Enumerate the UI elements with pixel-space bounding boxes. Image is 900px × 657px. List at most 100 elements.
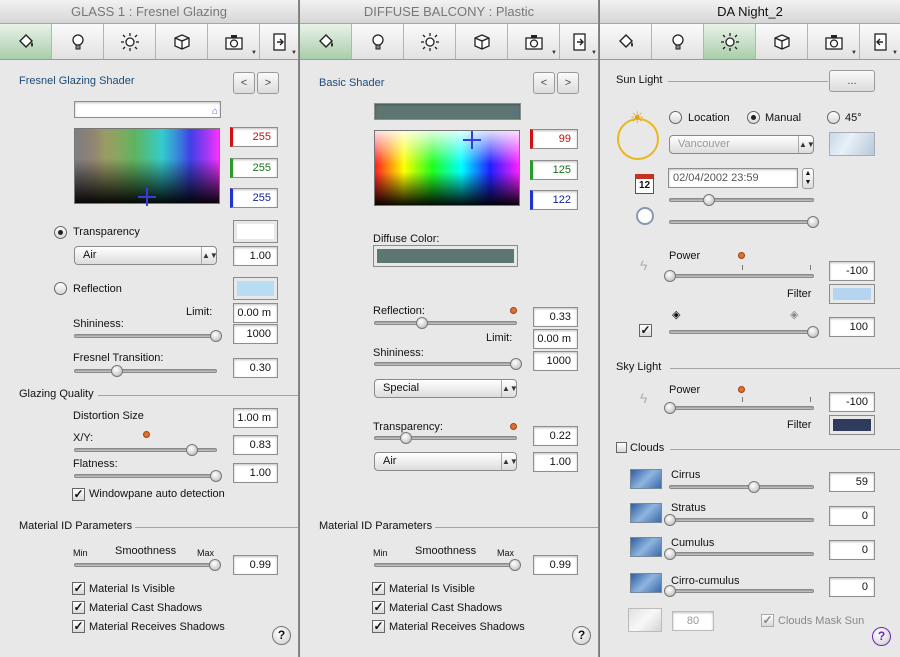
distortion-field[interactable]: 1.00 m — [233, 408, 278, 428]
color-picker[interactable] — [374, 130, 520, 206]
fresnel-field[interactable]: 0.30 — [233, 358, 278, 378]
tab-camera[interactable]: ▼ — [808, 24, 860, 59]
sky-power-field[interactable]: -100 — [829, 392, 875, 412]
help-button[interactable]: ? — [572, 626, 591, 645]
time-slider[interactable] — [669, 216, 819, 228]
tab-camera[interactable]: ▼ — [508, 24, 560, 59]
date-field[interactable]: 02/04/2002 23:59 — [668, 168, 798, 188]
flatness-slider[interactable] — [74, 470, 222, 482]
xy-slider[interactable] — [74, 444, 217, 456]
windowpane-checkbox[interactable]: ✓ — [72, 488, 85, 501]
tab-object[interactable] — [756, 24, 808, 59]
slider-knob[interactable] — [111, 365, 124, 377]
color-name-field[interactable]: ⌂ — [74, 101, 221, 118]
tab-import[interactable]: ▼ — [860, 24, 900, 59]
tab-camera[interactable]: ▼ — [208, 24, 260, 59]
smoothness-slider[interactable] — [374, 559, 521, 571]
smoothness-slider[interactable] — [74, 559, 221, 571]
tab-light[interactable] — [652, 24, 704, 59]
receives-shadows-checkbox[interactable]: ✓ — [372, 620, 385, 633]
next-button[interactable]: > — [557, 72, 579, 94]
sky-power-slider[interactable] — [664, 397, 814, 414]
slider-knob[interactable] — [664, 402, 676, 414]
color-picker[interactable] — [74, 128, 220, 206]
green-field[interactable]: 125 — [530, 160, 578, 180]
cirrus-field[interactable]: 59 — [829, 472, 875, 492]
help-button[interactable]: ? — [872, 627, 891, 646]
slider-knob[interactable] — [210, 470, 222, 482]
reflection-color-swatch[interactable] — [233, 277, 278, 300]
slider-knob[interactable] — [210, 330, 222, 342]
next-button[interactable]: > — [257, 72, 279, 94]
flatness-field[interactable]: 1.00 — [233, 463, 278, 483]
transparency-field[interactable]: 0.22 — [533, 426, 578, 446]
slider-knob[interactable] — [664, 548, 676, 560]
help-button[interactable]: ? — [272, 626, 291, 645]
cast-shadows-checkbox[interactable]: ✓ — [72, 601, 85, 614]
blue-field[interactable]: 255 — [230, 188, 278, 208]
prev-button[interactable]: < — [533, 72, 555, 94]
red-field[interactable]: 255 — [230, 127, 278, 147]
blue-field[interactable]: 122 — [530, 190, 578, 210]
slider-knob[interactable] — [400, 432, 413, 444]
limit-field[interactable]: 0.00 m — [233, 303, 278, 323]
green-field[interactable]: 255 — [230, 158, 278, 178]
city-select[interactable]: Vancouver ▲▼ — [669, 135, 814, 154]
tab-material[interactable] — [600, 24, 652, 59]
medium-select[interactable]: Air ▲▼ — [374, 452, 517, 471]
cirrocumulus-field[interactable]: 0 — [829, 577, 875, 597]
transparency-radio[interactable] — [54, 226, 67, 239]
cumulus-field[interactable]: 0 — [829, 540, 875, 560]
color-name-field[interactable]: ⌂ — [374, 103, 521, 120]
diffuse-color-swatch[interactable] — [373, 245, 518, 267]
sky-filter-swatch[interactable] — [829, 415, 875, 435]
tab-export[interactable]: ▼ — [260, 24, 298, 59]
smoothness-field[interactable]: 0.99 — [233, 555, 278, 575]
sun-filter-swatch[interactable] — [829, 284, 875, 304]
slider-knob[interactable] — [748, 481, 761, 493]
sun-options-button[interactable]: ... — [829, 70, 875, 92]
slider-knob[interactable] — [510, 358, 522, 370]
sun-power-field[interactable]: -100 — [829, 261, 875, 281]
shadow-field[interactable]: 100 — [829, 317, 875, 337]
limit-field[interactable]: 0.00 m — [533, 329, 578, 349]
visible-checkbox[interactable]: ✓ — [372, 582, 385, 595]
tab-object[interactable] — [456, 24, 508, 59]
transparency-value-field[interactable]: 1.00 — [233, 246, 278, 266]
world-map-icon[interactable] — [829, 132, 875, 156]
slider-knob[interactable] — [664, 585, 676, 597]
medium-select[interactable]: Air ▲▼ — [74, 246, 217, 265]
cirrus-slider[interactable] — [669, 481, 814, 493]
cirrocumulus-slider[interactable] — [664, 585, 814, 597]
cast-shadows-checkbox[interactable]: ✓ — [372, 601, 385, 614]
mode-select[interactable]: Special ▲▼ — [374, 379, 517, 398]
slider-knob[interactable] — [208, 559, 221, 571]
mask-field[interactable]: 80 — [672, 611, 714, 631]
transparency-slider[interactable] — [374, 432, 517, 444]
slider-knob[interactable] — [807, 326, 819, 338]
slider-knob[interactable] — [415, 317, 428, 329]
slider-knob[interactable] — [664, 270, 676, 282]
transparency-color-swatch[interactable] — [233, 220, 278, 243]
tab-environment[interactable] — [404, 24, 456, 59]
xy-field[interactable]: 0.83 — [233, 435, 278, 455]
date-slider[interactable] — [669, 194, 814, 206]
angle-radio[interactable] — [827, 111, 840, 124]
tab-export[interactable]: ▼ — [560, 24, 598, 59]
medium-field[interactable]: 1.00 — [533, 452, 578, 472]
tab-material[interactable] — [300, 24, 352, 59]
reflection-radio[interactable] — [54, 282, 67, 295]
manual-radio[interactable] — [747, 111, 760, 124]
cumulus-slider[interactable] — [664, 548, 814, 560]
sun-power-slider[interactable] — [664, 265, 814, 282]
slider-knob[interactable] — [186, 444, 199, 456]
clouds-checkbox[interactable] — [616, 442, 627, 453]
shininess-slider[interactable] — [374, 358, 522, 370]
shininess-field[interactable]: 1000 — [233, 324, 278, 344]
red-field[interactable]: 99 — [530, 129, 578, 149]
tab-object[interactable] — [156, 24, 208, 59]
location-radio[interactable] — [669, 111, 682, 124]
slider-knob[interactable] — [807, 216, 819, 228]
slider-knob[interactable] — [664, 514, 676, 526]
tab-light[interactable] — [352, 24, 404, 59]
